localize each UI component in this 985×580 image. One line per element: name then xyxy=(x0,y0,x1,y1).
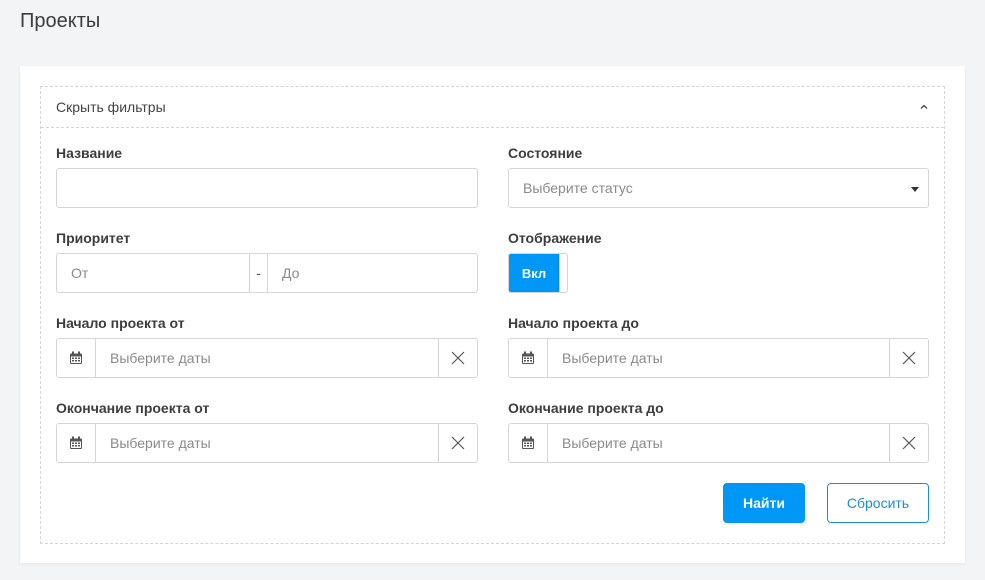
end-to-date-input[interactable] xyxy=(548,424,889,462)
state-label: Состояние xyxy=(508,145,583,161)
close-icon xyxy=(451,436,465,450)
calendar-icon xyxy=(522,436,534,449)
filters-card: Скрыть фильтры Название Состояние Выбери… xyxy=(20,66,965,563)
caret-down-icon xyxy=(911,186,919,192)
filters-panel: Скрыть фильтры Название Состояние Выбери… xyxy=(40,86,945,544)
end-from-label: Окончание проекта от xyxy=(56,400,210,416)
start-from-label: Начало проекта от xyxy=(56,315,185,331)
end-from-calendar-button[interactable] xyxy=(57,424,96,462)
end-from-clear-button[interactable] xyxy=(438,424,477,462)
start-to-calendar-button[interactable] xyxy=(509,339,548,377)
start-from-date-picker xyxy=(56,338,478,378)
end-from-date-picker xyxy=(56,423,478,463)
start-to-clear-button[interactable] xyxy=(889,339,928,377)
priority-to-input[interactable] xyxy=(268,254,477,292)
priority-from-input[interactable] xyxy=(57,254,249,292)
name-label: Название xyxy=(56,145,123,161)
hide-filters-toggle[interactable]: Скрыть фильтры xyxy=(41,87,944,128)
end-to-clear-button[interactable] xyxy=(889,424,928,462)
end-to-calendar-button[interactable] xyxy=(509,424,548,462)
reset-button[interactable]: Сбросить xyxy=(827,483,929,523)
display-toggle-knob xyxy=(559,254,567,292)
display-toggle-on-label: Вкл xyxy=(509,254,559,292)
calendar-icon xyxy=(70,436,82,449)
calendar-icon xyxy=(522,351,534,364)
start-from-clear-button[interactable] xyxy=(438,339,477,377)
start-from-calendar-button[interactable] xyxy=(57,339,96,377)
start-to-label: Начало проекта до xyxy=(508,315,639,331)
state-select[interactable]: Выберите статус xyxy=(508,168,929,208)
priority-range: - xyxy=(56,253,478,293)
chevron-up-icon xyxy=(920,104,928,109)
hide-filters-label: Скрыть фильтры xyxy=(56,99,166,115)
end-from-date-input[interactable] xyxy=(96,424,438,462)
end-to-date-picker xyxy=(508,423,929,463)
name-input[interactable] xyxy=(56,168,478,208)
start-from-date-input[interactable] xyxy=(96,339,438,377)
close-icon xyxy=(451,351,465,365)
priority-label: Приоритет xyxy=(56,230,131,246)
display-toggle[interactable]: Вкл xyxy=(508,253,568,293)
end-to-label: Окончание проекта до xyxy=(508,400,664,416)
state-select-placeholder: Выберите статус xyxy=(523,180,633,196)
page-title: Проекты xyxy=(20,10,101,32)
start-to-date-input[interactable] xyxy=(548,339,889,377)
start-to-date-picker xyxy=(508,338,929,378)
search-button[interactable]: Найти xyxy=(723,483,805,523)
priority-range-separator: - xyxy=(249,254,268,292)
close-icon xyxy=(902,351,916,365)
display-label: Отображение xyxy=(508,230,602,246)
calendar-icon xyxy=(70,351,82,364)
close-icon xyxy=(902,436,916,450)
